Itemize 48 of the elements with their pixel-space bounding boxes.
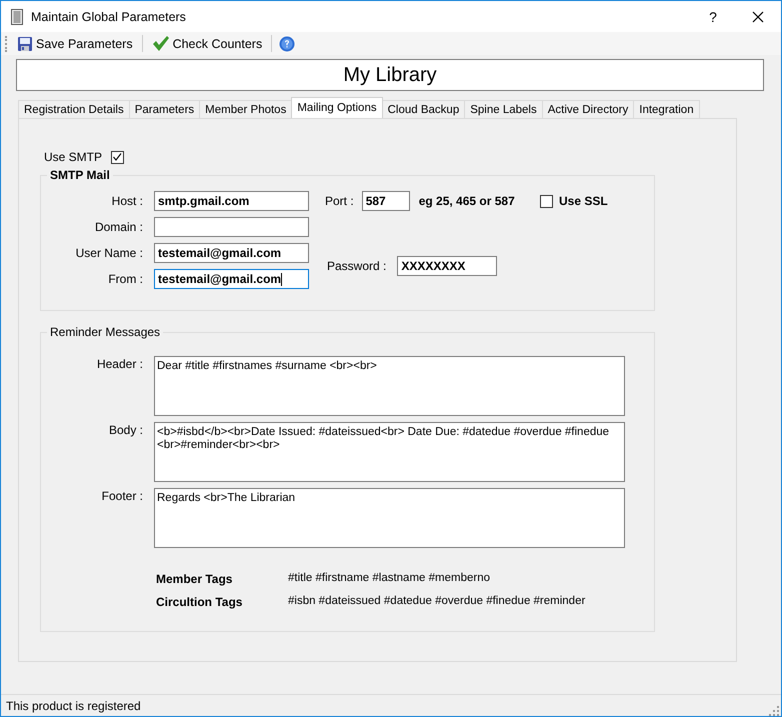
field-label: Password : bbox=[327, 259, 386, 273]
status-text: This product is registered bbox=[6, 698, 141, 712]
checkbox[interactable] bbox=[540, 194, 553, 208]
tab[interactable]: Integration bbox=[633, 100, 700, 118]
field-label: Body : bbox=[108, 422, 143, 439]
tags-text: #isbn #dateissued #datedue #overdue #finedue #reminder bbox=[288, 595, 586, 609]
text-area[interactable]: Regards <br>The Librarian bbox=[154, 488, 625, 548]
resize-grip-icon[interactable] bbox=[769, 706, 779, 716]
input-field[interactable] bbox=[154, 217, 309, 237]
checkbox-label: Use SMTP bbox=[44, 150, 102, 164]
group-title: SMTP Mail bbox=[47, 168, 113, 182]
check-icon bbox=[152, 35, 170, 52]
window-title: Maintain Global Parameters bbox=[31, 10, 187, 24]
input-field[interactable]: testemail@gmail.com bbox=[154, 243, 309, 263]
tab[interactable]: Spine Labels bbox=[464, 100, 543, 118]
input-field[interactable]: 587 bbox=[362, 191, 410, 211]
save-button[interactable]: Save Parameters bbox=[15, 34, 135, 54]
text-area[interactable]: Dear #title #firstnames #surname <br><br> bbox=[154, 356, 625, 416]
text-area[interactable]: <b>#isbd</b><br>Date Issued: #dateissued<br> Date Due: #datedue #overdue #finedue <br>#reminder<br><br> bbox=[154, 422, 625, 482]
field-label: Port : bbox=[325, 194, 354, 208]
help-button[interactable]: ? bbox=[690, 8, 736, 24]
library-name-field[interactable]: My Library bbox=[16, 59, 764, 91]
field-label: Header : bbox=[96, 356, 143, 373]
field-label: From : bbox=[107, 272, 143, 286]
field-label: Domain : bbox=[94, 220, 143, 234]
save-icon bbox=[17, 36, 33, 52]
check-mark-icon bbox=[112, 152, 124, 162]
group-title: Reminder Messages bbox=[47, 325, 164, 339]
hint-text: eg 25, 465 or 587 bbox=[418, 194, 515, 208]
checkbox[interactable] bbox=[111, 150, 124, 164]
input-field[interactable]: XXXXXXXX bbox=[397, 256, 498, 276]
field-label: Footer : bbox=[100, 488, 143, 505]
tab[interactable]: Registration Details bbox=[18, 100, 130, 118]
tags-label: Member Tags bbox=[156, 572, 234, 586]
checkbox-label: Use SSL bbox=[559, 194, 608, 208]
tags-text: #title #firstname #lastname #memberno bbox=[288, 572, 491, 586]
check-counters-button[interactable]: Check Counters bbox=[150, 33, 264, 54]
tags-label: Circultion Tags bbox=[156, 595, 244, 609]
field-label: Host : bbox=[110, 194, 143, 208]
field-label: User Name : bbox=[74, 246, 143, 260]
input-field[interactable]: testemail@gmail.com bbox=[154, 269, 309, 289]
tab[interactable]: Active Directory bbox=[542, 100, 634, 118]
tab[interactable]: Mailing Options bbox=[291, 97, 383, 118]
input-field[interactable]: smtp.gmail.com bbox=[154, 191, 309, 211]
document-icon bbox=[11, 8, 23, 24]
close-icon[interactable] bbox=[752, 10, 764, 22]
tab[interactable]: Cloud Backup bbox=[382, 100, 466, 118]
help-icon[interactable] bbox=[279, 36, 296, 52]
